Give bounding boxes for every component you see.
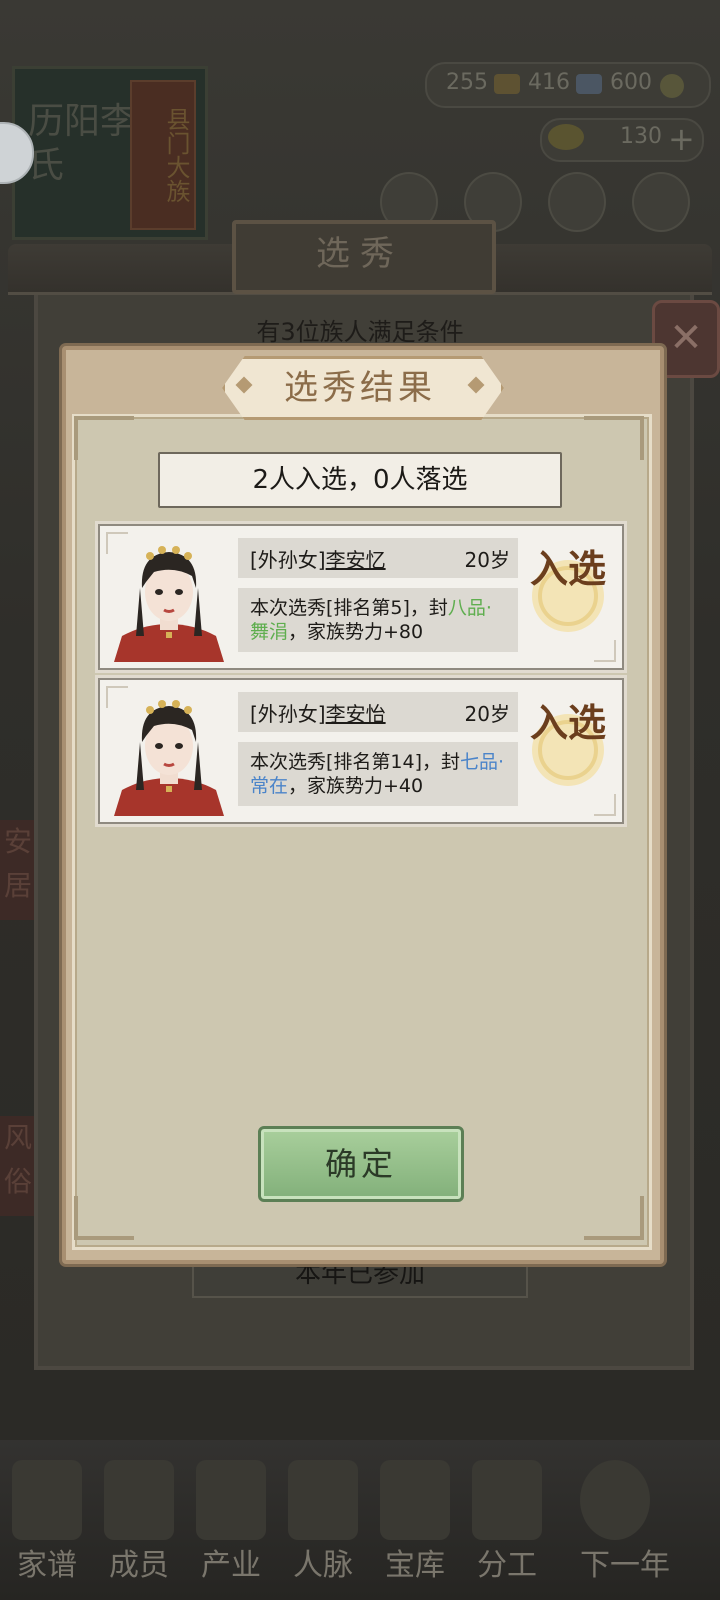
- copper-count: 255: [446, 70, 488, 95]
- family-book-subtitle: 县门大族: [130, 80, 196, 230]
- add-gold-icon[interactable]: +: [668, 120, 695, 158]
- portrait-icon: [114, 700, 224, 816]
- member-name-link[interactable]: 李安怡: [326, 702, 386, 726]
- side-tag-2[interactable]: 风俗: [0, 1116, 36, 1216]
- nav-next-year[interactable]: 下一年: [560, 1540, 690, 1584]
- result-description: 本次选秀[排名第5]，封八品·舞涓，家族势力+80: [250, 596, 510, 644]
- next-year-icon: [580, 1460, 650, 1540]
- nav-treasury[interactable]: 宝库: [370, 1540, 460, 1584]
- nav-network[interactable]: 人脉: [278, 1540, 368, 1584]
- relation-label: [外孙女]: [250, 702, 326, 726]
- nav-members[interactable]: 成员: [94, 1540, 184, 1584]
- family-tree-icon: [12, 1460, 82, 1540]
- result-summary: 2人入选，0人落选: [158, 452, 562, 508]
- panel-title: 选秀: [316, 234, 404, 274]
- confirm-button[interactable]: 确定: [258, 1126, 464, 1202]
- network-icon: [288, 1460, 358, 1540]
- member-age: 20岁: [464, 548, 510, 572]
- nav-family-tree[interactable]: 家谱: [2, 1540, 92, 1584]
- description-suffix: ，家族势力+40: [288, 775, 424, 797]
- treasury-icon: [380, 1460, 450, 1540]
- nav-property[interactable]: 产业: [186, 1540, 276, 1584]
- assignment-icon: [472, 1460, 542, 1540]
- nav-assignment[interactable]: 分工: [462, 1540, 552, 1584]
- member-age: 20岁: [464, 702, 510, 726]
- side-tag-1[interactable]: 安居: [0, 820, 36, 920]
- frame-corner: [584, 1196, 644, 1240]
- member-name-line: [外孙女]李安忆: [250, 544, 386, 573]
- family-book-title: 历阳李氏: [28, 101, 137, 186]
- result-card: [外孙女]李安忆 20岁 本次选秀[排名第5]，封八品·舞涓，家族势力+80 入…: [98, 524, 624, 670]
- globe-icon[interactable]: [632, 172, 690, 232]
- eligible-text: 有3位族人满足条件: [256, 318, 464, 346]
- description-prefix: 本次选秀[排名第14]，封: [250, 751, 461, 773]
- frame-corner: [584, 416, 644, 460]
- silver-icon: [576, 74, 602, 94]
- member-name-line: [外孙女]李安怡: [250, 698, 386, 727]
- gold-count: 130: [620, 124, 662, 149]
- description-suffix: ，家族势力+80: [288, 621, 424, 643]
- selected-status: 入选: [529, 546, 606, 591]
- result-card: [外孙女]李安怡 20岁 本次选秀[排名第14]，封七品·常在，家族势力+40 …: [98, 678, 624, 824]
- coin-icon: [660, 74, 684, 98]
- frame-corner: [74, 416, 134, 460]
- description-prefix: 本次选秀[排名第5]，封: [250, 597, 448, 619]
- coin-count: 600: [610, 70, 652, 95]
- portrait-icon: [114, 546, 224, 662]
- member-icon: [104, 1460, 174, 1540]
- modal-title: 选秀结果: [284, 368, 436, 408]
- member-name-link[interactable]: 李安忆: [326, 548, 386, 572]
- gold-ingot-icon: [548, 124, 584, 150]
- silver-count: 416: [528, 70, 570, 95]
- result-description: 本次选秀[排名第14]，封七品·常在，家族势力+40: [250, 750, 510, 798]
- relation-label: [外孙女]: [250, 548, 326, 572]
- copper-icon: [494, 74, 520, 94]
- bowl-icon[interactable]: [548, 172, 606, 232]
- property-icon: [196, 1460, 266, 1540]
- selected-status: 入选: [529, 700, 606, 745]
- frame-corner: [74, 1196, 134, 1240]
